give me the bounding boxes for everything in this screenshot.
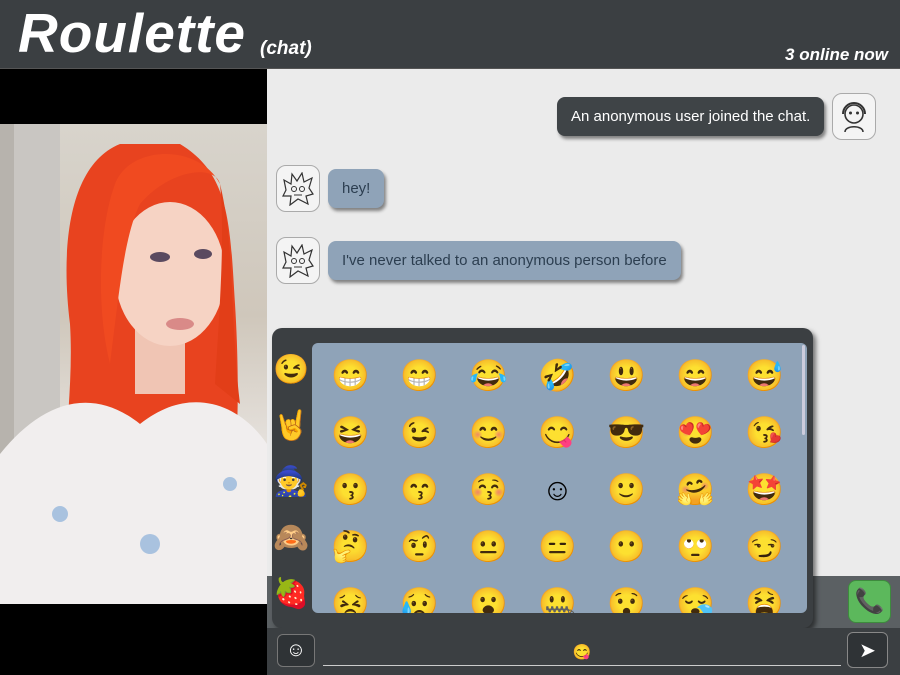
emoji-option[interactable]: 😪 xyxy=(661,575,730,613)
emoji-option[interactable]: 😏 xyxy=(730,518,799,575)
emoji-option[interactable]: 😑 xyxy=(523,518,592,575)
anonymous-user-icon xyxy=(832,93,877,140)
emoji-option[interactable]: 😉 xyxy=(385,404,454,461)
emoji-option[interactable]: 😅 xyxy=(730,347,799,404)
category-people-icon[interactable]: 🤘 xyxy=(272,398,310,454)
emoji-option[interactable]: 😋 xyxy=(523,404,592,461)
emoji-option[interactable]: 😮 xyxy=(454,575,523,613)
emoji-option[interactable]: 🤩 xyxy=(730,461,799,518)
call-button[interactable]: 📞 xyxy=(848,580,891,623)
emoji-option[interactable]: 😣 xyxy=(316,575,385,613)
emoji-option[interactable]: 😘 xyxy=(730,404,799,461)
emoji-option[interactable]: 🙂 xyxy=(592,461,661,518)
emoji-option[interactable]: 🤔 xyxy=(316,518,385,575)
emoji-grid-scroll[interactable]: 😁 😁 😂 🤣 😃 😄 😅 😆 😉 😊 😋 😎 😍 😘 😗 😙 😚 ☺ 🙂 🤗 🤩 🤔 🤨 😐 😑 😶 🙄 😏 😣 😥 😮 🤐 😯 😪 😫 xyxy=(312,343,807,613)
emoji-option[interactable]: 🤣 xyxy=(523,347,592,404)
send-button[interactable]: ➤ xyxy=(847,632,888,668)
emoji-option[interactable]: 😁 xyxy=(385,347,454,404)
emoji-option[interactable]: 😯 xyxy=(592,575,661,613)
category-fantasy-icon[interactable]: 🧙 xyxy=(272,454,310,510)
header-bar: Roulette (chat) 3 online now xyxy=(0,0,900,69)
online-count: 3 online now xyxy=(785,45,888,64)
partner-video xyxy=(0,124,267,604)
partner-video-pane xyxy=(0,69,267,675)
category-food-icon[interactable]: 🍓 xyxy=(272,566,310,622)
emoji-option[interactable]: 😶 xyxy=(592,518,661,575)
system-message-bubble: An anonymous user joined the chat. xyxy=(557,97,825,136)
emoji-option[interactable]: 😁 xyxy=(316,347,385,404)
emoji-scrollbar[interactable] xyxy=(802,345,805,435)
message-row-system: An anonymous user joined the chat. xyxy=(557,93,877,140)
emoji-option[interactable]: ☺ xyxy=(523,461,592,518)
emoji-option[interactable]: 🤗 xyxy=(661,461,730,518)
emoji-option[interactable]: 😄 xyxy=(661,347,730,404)
partner-video-image xyxy=(0,124,267,604)
emoji-option[interactable]: 🙄 xyxy=(661,518,730,575)
emoji-option[interactable]: 😐 xyxy=(454,518,523,575)
emoji-option[interactable]: 😃 xyxy=(592,347,661,404)
emoji-category-list: 😉 🤘 🧙 🙈 🍓 xyxy=(272,342,310,622)
emoji-grid: 😁 😁 😂 🤣 😃 😄 😅 😆 😉 😊 😋 😎 😍 😘 😗 😙 😚 ☺ 🙂 🤗 🤩 🤔 🤨 😐 😑 😶 🙄 😏 😣 😥 😮 🤐 😯 😪 😫 xyxy=(312,343,807,613)
emoji-option[interactable]: 😗 xyxy=(316,461,385,518)
sketch-face-icon xyxy=(276,237,320,284)
peer-message-bubble: I've never talked to an anonymous person… xyxy=(328,241,681,280)
emoji-option[interactable]: 🤨 xyxy=(385,518,454,575)
emoji-option[interactable]: 🤐 xyxy=(523,575,592,613)
message-row-peer: I've never talked to an anonymous person… xyxy=(276,237,681,284)
message-row-peer: hey! xyxy=(276,165,385,212)
category-animals-icon[interactable]: 🙈 xyxy=(272,510,310,566)
message-input[interactable] xyxy=(323,638,841,666)
emoji-option[interactable]: 😚 xyxy=(454,461,523,518)
peer-message-bubble: hey! xyxy=(328,169,385,208)
emoji-option[interactable]: 😫 xyxy=(730,575,799,613)
emoji-option[interactable]: 😍 xyxy=(661,404,730,461)
app-logo[interactable]: Roulette xyxy=(18,0,246,66)
emoji-option[interactable]: 😎 xyxy=(592,404,661,461)
emoji-toggle-button[interactable]: ☺ xyxy=(277,634,315,667)
emoji-option[interactable]: 😙 xyxy=(385,461,454,518)
emoji-picker: 😉 🤘 🧙 🙈 🍓 😁 😁 😂 🤣 😃 😄 😅 😆 😉 😊 😋 😎 😍 😘 😗 😙 😚 ☺ 🙂 🤗 🤩 🤔 🤨 😐 😑 😶 🙄 😏 😣 😥… xyxy=(272,328,813,628)
app-logo-subtitle: (chat) xyxy=(260,38,312,59)
emoji-option[interactable]: 😥 xyxy=(385,575,454,613)
emoji-option[interactable]: 😆 xyxy=(316,404,385,461)
category-smileys-icon[interactable]: 😉 xyxy=(272,342,310,398)
emoji-option[interactable]: 😂 xyxy=(454,347,523,404)
emoji-option[interactable]: 😊 xyxy=(454,404,523,461)
sketch-face-icon xyxy=(276,165,320,212)
